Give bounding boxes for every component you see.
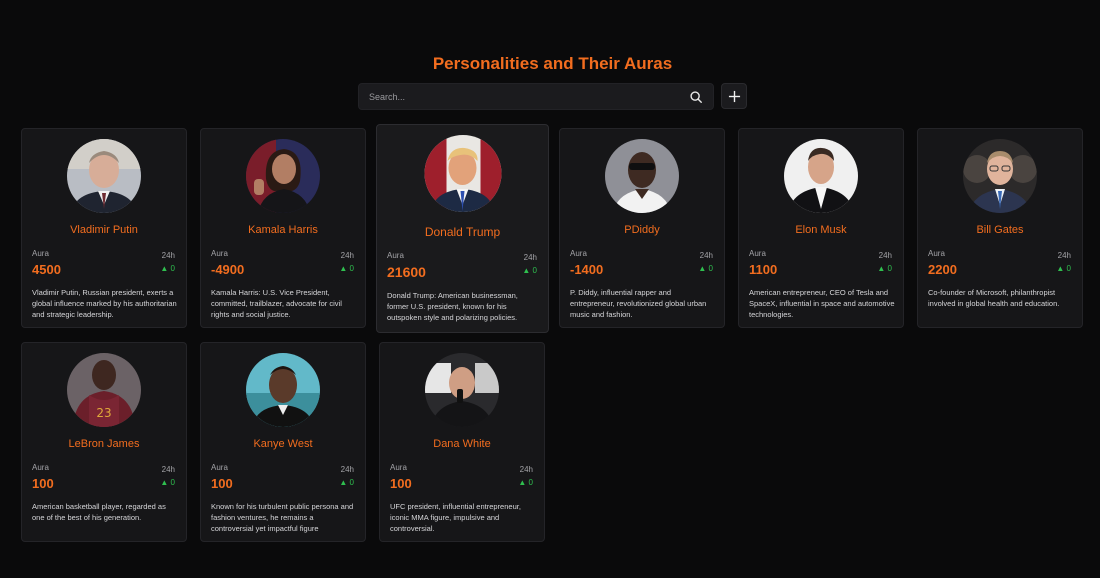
person-card[interactable]: Bill Gates Aura 2200 24h ▲ 0 Co-founder … xyxy=(917,128,1083,328)
avatar xyxy=(425,353,499,427)
change-value: 0 xyxy=(532,266,537,275)
up-triangle-icon: ▲ xyxy=(339,264,348,273)
aura-value: 2200 xyxy=(928,262,957,277)
aura-value: -1400 xyxy=(570,262,604,277)
up-triangle-icon: ▲ xyxy=(698,264,707,273)
aura-label: Aura xyxy=(211,249,228,258)
up-triangle-icon: ▲ xyxy=(1056,264,1065,273)
person-description: American basketball player, regarded as … xyxy=(32,502,166,522)
person-card[interactable]: Dana White Aura 100 24h ▲ 0 UFC presiden… xyxy=(379,342,545,542)
aura-label: Aura xyxy=(570,249,587,258)
search-input[interactable]: Search... xyxy=(369,92,689,102)
period-label: 24h xyxy=(161,251,175,260)
person-description: American entrepreneur, CEO of Tesla and … xyxy=(749,288,895,319)
avatar xyxy=(963,139,1037,213)
person-description: P. Diddy, influential rapper and entrepr… xyxy=(570,288,707,319)
up-triangle-icon: ▲ xyxy=(877,264,886,273)
change-value: 0 xyxy=(170,264,175,273)
person-card[interactable]: Elon Musk Aura 1100 24h ▲ 0 American ent… xyxy=(738,128,904,328)
period-label: 24h xyxy=(699,251,713,260)
person-description: Known for his turbulent public persona a… xyxy=(211,502,354,533)
person-name[interactable]: Bill Gates xyxy=(918,224,1082,236)
person-card[interactable]: Kamala Harris Aura -4900 24h ▲ 0 Kamala … xyxy=(200,128,366,328)
aura-label: Aura xyxy=(32,249,49,258)
aura-label: Aura xyxy=(928,249,945,258)
period-label: 24h xyxy=(340,251,354,260)
up-triangle-icon: ▲ xyxy=(160,478,169,487)
aura-change: ▲ 0 xyxy=(518,478,533,487)
up-triangle-icon: ▲ xyxy=(522,266,531,275)
avatar xyxy=(605,139,679,213)
page-title: Personalities and Their Auras xyxy=(432,54,673,73)
aura-value: 4500 xyxy=(32,262,61,277)
aura-change: ▲ 0 xyxy=(160,478,175,487)
up-triangle-icon: ▲ xyxy=(518,478,527,487)
period-label: 24h xyxy=(523,253,537,262)
aura-change: ▲ 0 xyxy=(698,264,713,273)
person-name[interactable]: PDiddy xyxy=(560,224,724,236)
change-value: 0 xyxy=(1066,264,1071,273)
person-card[interactable]: PDiddy Aura -1400 24h ▲ 0 P. Diddy, infl… xyxy=(559,128,725,328)
person-name[interactable]: Kanye West xyxy=(201,438,365,450)
person-card[interactable]: 23 LeBron James Aura 100 24h ▲ 0 America… xyxy=(21,342,187,542)
up-triangle-icon: ▲ xyxy=(339,478,348,487)
aura-label: Aura xyxy=(387,251,404,260)
aura-change: ▲ 0 xyxy=(339,478,354,487)
aura-value: -4900 xyxy=(211,262,245,277)
change-value: 0 xyxy=(887,264,892,273)
person-name[interactable]: Vladimir Putin xyxy=(22,224,186,236)
person-name[interactable]: LeBron James xyxy=(22,438,186,450)
person-name[interactable]: Donald Trump xyxy=(377,225,548,239)
change-value: 0 xyxy=(708,264,713,273)
person-name[interactable]: Elon Musk xyxy=(739,224,903,236)
period-label: 24h xyxy=(1057,251,1071,260)
period-label: 24h xyxy=(878,251,892,260)
aura-value: 100 xyxy=(390,476,412,491)
aura-value: 1100 xyxy=(749,262,778,277)
change-value: 0 xyxy=(349,478,354,487)
up-triangle-icon: ▲ xyxy=(160,264,169,273)
avatar xyxy=(246,139,320,213)
avatar xyxy=(424,135,501,212)
aura-change: ▲ 0 xyxy=(160,264,175,273)
aura-change: ▲ 0 xyxy=(522,266,537,275)
aura-change: ▲ 0 xyxy=(877,264,892,273)
aura-value: 21600 xyxy=(387,264,426,280)
person-description: Vladimir Putin, Russian president, exert… xyxy=(32,288,177,319)
aura-value: 100 xyxy=(211,476,233,491)
aura-label: Aura xyxy=(211,463,228,472)
change-value: 0 xyxy=(170,478,175,487)
search-bar[interactable]: Search... xyxy=(358,83,714,110)
aura-label: Aura xyxy=(749,249,766,258)
period-label: 24h xyxy=(519,465,533,474)
person-name[interactable]: Dana White xyxy=(380,438,544,450)
change-value: 0 xyxy=(528,478,533,487)
person-description: UFC president, influential entrepreneur,… xyxy=(390,502,521,533)
aura-label: Aura xyxy=(32,463,49,472)
avatar: 23 xyxy=(67,353,141,427)
aura-change: ▲ 0 xyxy=(1056,264,1071,273)
person-description: Co-founder of Microsoft, philanthropist … xyxy=(928,288,1060,308)
person-description: Donald Trump: American businessman, form… xyxy=(387,291,518,322)
avatar xyxy=(784,139,858,213)
period-label: 24h xyxy=(161,465,175,474)
svg-text:23: 23 xyxy=(96,406,111,420)
period-label: 24h xyxy=(340,465,354,474)
aura-value: 100 xyxy=(32,476,54,491)
search-icon[interactable] xyxy=(689,90,703,104)
person-card[interactable]: Kanye West Aura 100 24h ▲ 0 Known for hi… xyxy=(200,342,366,542)
person-card[interactable]: Vladimir Putin Aura 4500 24h ▲ 0 Vladimi… xyxy=(21,128,187,328)
avatar xyxy=(67,139,141,213)
aura-change: ▲ 0 xyxy=(339,264,354,273)
change-value: 0 xyxy=(349,264,354,273)
plus-icon xyxy=(728,90,740,102)
aura-label: Aura xyxy=(390,463,407,472)
add-button[interactable] xyxy=(721,83,747,109)
person-name[interactable]: Kamala Harris xyxy=(201,224,365,236)
person-card[interactable]: Donald Trump Aura 21600 24h ▲ 0 Donald T… xyxy=(376,124,549,333)
avatar xyxy=(246,353,320,427)
person-description: Kamala Harris: U.S. Vice President, comm… xyxy=(211,288,342,319)
